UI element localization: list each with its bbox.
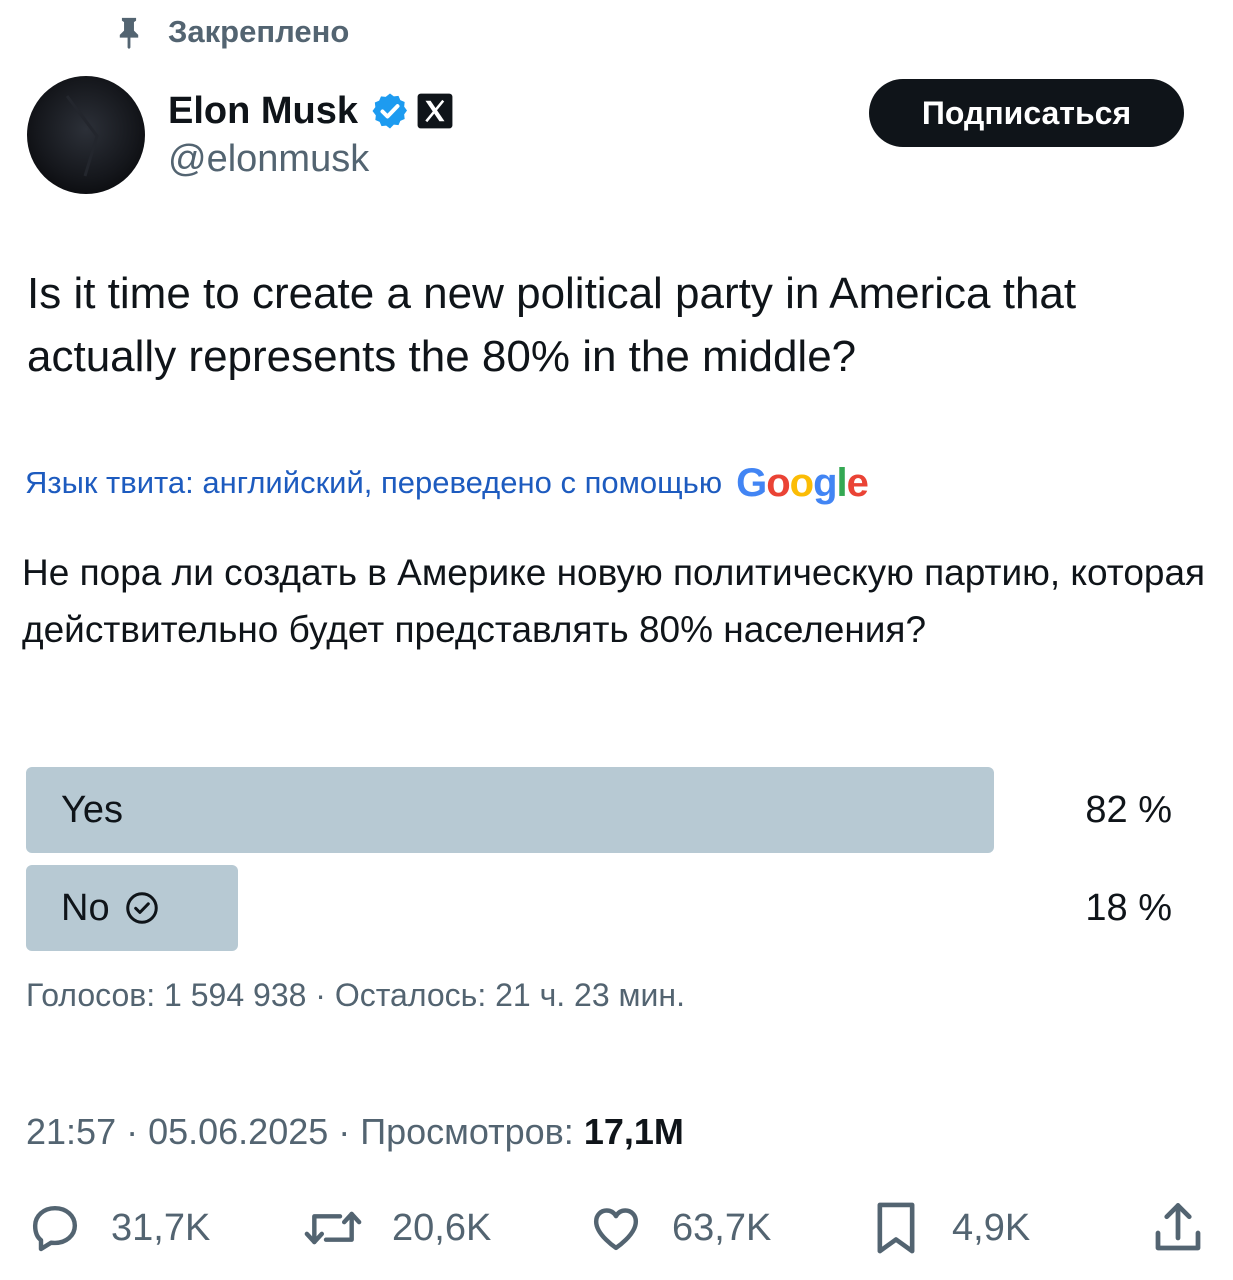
poll-option-percent: 18 % — [1085, 886, 1172, 929]
translated-text: Не пора ли создать в Америке новую полит… — [22, 552, 1206, 650]
reply-icon — [32, 1205, 78, 1252]
poll-option-label: No — [61, 865, 160, 951]
poll-bar — [26, 767, 994, 853]
action-bar: 31,7K 20,6K 63,7K 4,9K — [0, 1196, 1233, 1260]
poll-option-yes: Yes 82 % — [26, 767, 1186, 853]
timestamp-row: 21:57 · 05.06.2025 · Просмотров: 17,1M — [26, 1110, 684, 1154]
repost-icon — [304, 1211, 362, 1245]
x-affiliation-icon[interactable] — [416, 92, 454, 130]
author-name[interactable]: Elon Musk — [168, 90, 358, 133]
poll-option-no: No 18 % — [26, 865, 1186, 951]
translation-notice[interactable]: Язык твита: английский, переведено с пом… — [25, 456, 869, 510]
follow-button[interactable]: Подписаться — [869, 79, 1184, 147]
reply-button[interactable]: 31,7K — [27, 1196, 210, 1260]
verified-badge-icon — [372, 93, 408, 129]
like-count: 63,7K — [672, 1206, 772, 1249]
author-name-row: Elon Musk — [168, 86, 454, 136]
like-button[interactable]: 63,7K — [588, 1196, 771, 1260]
poll: Yes 82 % No 18 % — [26, 767, 1186, 963]
repost-count: 20,6K — [392, 1206, 492, 1249]
tweet-text: Is it time to create a new political par… — [27, 269, 1077, 381]
view-count: 17,1M — [583, 1111, 684, 1152]
repost-button[interactable]: 20,6K — [302, 1196, 491, 1260]
bookmark-icon — [877, 1202, 915, 1254]
poll-option-label: Yes — [61, 788, 123, 831]
poll-option-percent: 82 % — [1085, 788, 1172, 831]
reply-count: 31,7K — [111, 1206, 211, 1249]
share-button[interactable] — [1148, 1196, 1208, 1260]
poll-meta: Голосов: 1 594 938 · Осталось: 21 ч. 23 … — [26, 977, 685, 1013]
bookmark-button[interactable]: 4,9K — [868, 1196, 1030, 1260]
timestamp[interactable]: 21:57 · 05.06.2025 · Просмотров: — [26, 1111, 584, 1152]
heart-icon — [593, 1208, 639, 1251]
google-logo: Google — [736, 461, 869, 505]
author-handle[interactable]: @elonmusk — [168, 136, 369, 182]
share-icon — [1155, 1203, 1201, 1251]
pinned-label: Закреплено — [168, 14, 350, 49]
avatar[interactable] — [27, 76, 145, 194]
pin-icon — [119, 17, 139, 49]
pinned-indicator: Закреплено — [112, 10, 349, 54]
check-circle-icon — [125, 892, 158, 924]
bookmark-count: 4,9K — [952, 1206, 1031, 1249]
translation-note: Язык твита: английский, переведено с пом… — [25, 465, 723, 500]
